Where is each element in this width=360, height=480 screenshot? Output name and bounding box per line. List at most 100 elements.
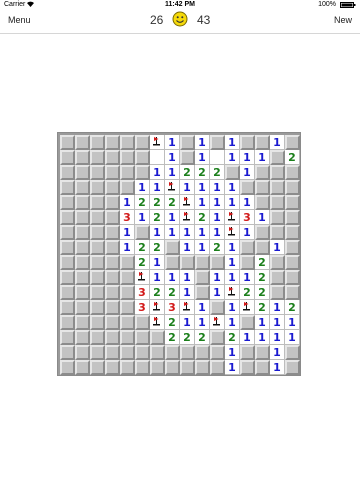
number-cell[interactable]: 1	[255, 330, 270, 345]
hidden-cell[interactable]	[150, 330, 165, 345]
hidden-cell[interactable]	[105, 330, 120, 345]
hidden-cell[interactable]	[195, 255, 210, 270]
number-cell[interactable]: 1	[195, 315, 210, 330]
number-cell[interactable]: 2	[255, 255, 270, 270]
number-cell[interactable]: 1	[165, 165, 180, 180]
number-cell[interactable]: 1	[180, 270, 195, 285]
hidden-cell[interactable]	[210, 330, 225, 345]
number-cell[interactable]: 1	[285, 330, 300, 345]
number-cell[interactable]: 2	[165, 285, 180, 300]
number-cell[interactable]: 1	[240, 330, 255, 345]
number-cell[interactable]: 1	[225, 360, 240, 375]
number-cell[interactable]: 1	[165, 270, 180, 285]
number-cell[interactable]: 2	[180, 330, 195, 345]
hidden-cell[interactable]	[60, 180, 75, 195]
number-cell[interactable]: 1	[285, 315, 300, 330]
hidden-cell[interactable]	[210, 135, 225, 150]
hidden-cell[interactable]	[135, 330, 150, 345]
hidden-cell[interactable]	[75, 195, 90, 210]
number-cell[interactable]: 1	[195, 150, 210, 165]
number-cell[interactable]: 2	[195, 210, 210, 225]
number-cell[interactable]: 1	[195, 240, 210, 255]
open-cell[interactable]	[210, 150, 225, 165]
hidden-cell[interactable]	[60, 240, 75, 255]
hidden-cell[interactable]	[255, 195, 270, 210]
hidden-cell[interactable]	[255, 180, 270, 195]
number-cell[interactable]: 1	[135, 180, 150, 195]
hidden-cell[interactable]	[285, 180, 300, 195]
hidden-cell[interactable]	[90, 135, 105, 150]
hidden-cell[interactable]	[270, 150, 285, 165]
hidden-cell[interactable]	[105, 270, 120, 285]
number-cell[interactable]: 2	[255, 300, 270, 315]
hidden-cell[interactable]	[105, 300, 120, 315]
number-cell[interactable]: 2	[150, 195, 165, 210]
flag-cell[interactable]	[150, 315, 165, 330]
hidden-cell[interactable]	[210, 300, 225, 315]
flag-cell[interactable]	[150, 300, 165, 315]
number-cell[interactable]: 1	[120, 240, 135, 255]
hidden-cell[interactable]	[90, 285, 105, 300]
hidden-cell[interactable]	[120, 330, 135, 345]
number-cell[interactable]: 1	[180, 240, 195, 255]
hidden-cell[interactable]	[255, 165, 270, 180]
hidden-cell[interactable]	[135, 135, 150, 150]
hidden-cell[interactable]	[270, 195, 285, 210]
hidden-cell[interactable]	[90, 300, 105, 315]
hidden-cell[interactable]	[240, 345, 255, 360]
flag-cell[interactable]	[210, 315, 225, 330]
hidden-cell[interactable]	[75, 270, 90, 285]
flag-cell[interactable]	[180, 195, 195, 210]
hidden-cell[interactable]	[90, 195, 105, 210]
number-cell[interactable]: 1	[225, 315, 240, 330]
number-cell[interactable]: 2	[135, 195, 150, 210]
hidden-cell[interactable]	[75, 315, 90, 330]
number-cell[interactable]: 2	[180, 165, 195, 180]
hidden-cell[interactable]	[90, 225, 105, 240]
number-cell[interactable]: 1	[270, 360, 285, 375]
flag-cell[interactable]	[240, 300, 255, 315]
hidden-cell[interactable]	[120, 255, 135, 270]
hidden-cell[interactable]	[105, 345, 120, 360]
hidden-cell[interactable]	[90, 180, 105, 195]
number-cell[interactable]: 1	[240, 225, 255, 240]
number-cell[interactable]: 2	[210, 240, 225, 255]
hidden-cell[interactable]	[90, 210, 105, 225]
number-cell[interactable]: 1	[210, 225, 225, 240]
hidden-cell[interactable]	[150, 345, 165, 360]
menu-button[interactable]: Menu	[8, 15, 31, 25]
hidden-cell[interactable]	[60, 165, 75, 180]
number-cell[interactable]: 1	[225, 270, 240, 285]
hidden-cell[interactable]	[60, 285, 75, 300]
number-cell[interactable]: 2	[285, 150, 300, 165]
number-cell[interactable]: 2	[255, 285, 270, 300]
hidden-cell[interactable]	[135, 360, 150, 375]
hidden-cell[interactable]	[60, 210, 75, 225]
hidden-cell[interactable]	[165, 360, 180, 375]
number-cell[interactable]: 1	[120, 195, 135, 210]
hidden-cell[interactable]	[120, 180, 135, 195]
hidden-cell[interactable]	[135, 315, 150, 330]
hidden-cell[interactable]	[255, 225, 270, 240]
hidden-cell[interactable]	[60, 360, 75, 375]
hidden-cell[interactable]	[180, 135, 195, 150]
number-cell[interactable]: 1	[180, 315, 195, 330]
number-cell[interactable]: 1	[165, 135, 180, 150]
number-cell[interactable]: 1	[270, 135, 285, 150]
number-cell[interactable]: 1	[210, 270, 225, 285]
number-cell[interactable]: 1	[255, 150, 270, 165]
hidden-cell[interactable]	[105, 255, 120, 270]
number-cell[interactable]: 2	[165, 330, 180, 345]
hidden-cell[interactable]	[120, 270, 135, 285]
number-cell[interactable]: 1	[150, 180, 165, 195]
number-cell[interactable]: 1	[225, 135, 240, 150]
hidden-cell[interactable]	[195, 345, 210, 360]
hidden-cell[interactable]	[75, 255, 90, 270]
hidden-cell[interactable]	[135, 165, 150, 180]
hidden-cell[interactable]	[105, 315, 120, 330]
hidden-cell[interactable]	[165, 240, 180, 255]
hidden-cell[interactable]	[105, 150, 120, 165]
hidden-cell[interactable]	[270, 270, 285, 285]
number-cell[interactable]: 1	[150, 270, 165, 285]
hidden-cell[interactable]	[90, 360, 105, 375]
